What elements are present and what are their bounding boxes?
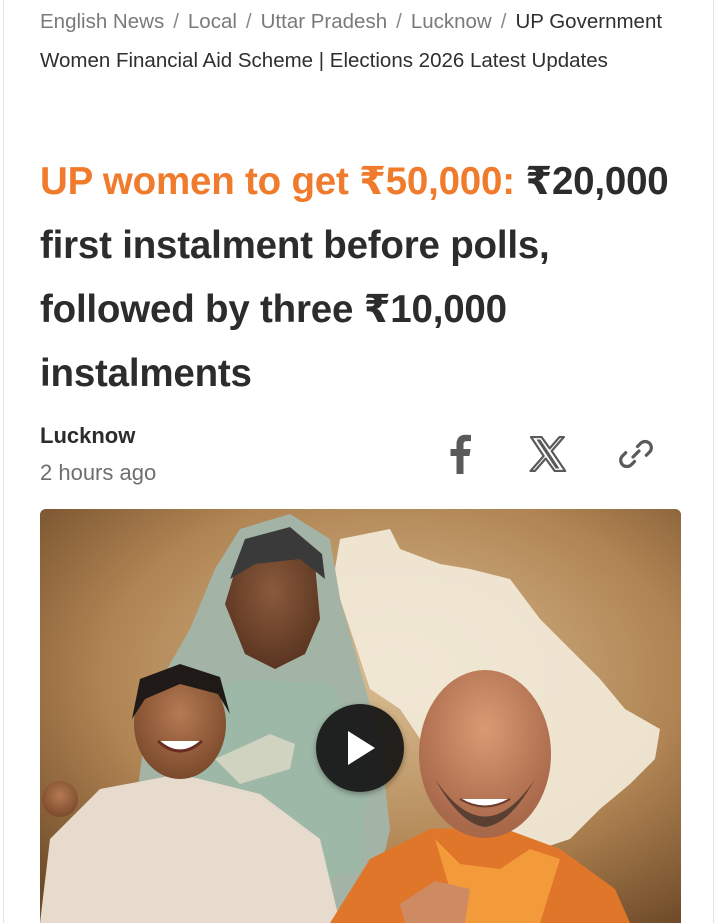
play-icon [348,731,375,765]
breadcrumb: English News / Local / Uttar Pradesh / Lucknow… [40,2,680,80]
article-location: Lucknow [40,423,136,448]
share-facebook-button[interactable] [438,432,482,476]
article-headline: UP women to get ₹50,000: ₹20,000 first i… [40,150,690,406]
facebook-icon [450,434,471,474]
play-button[interactable] [316,704,404,792]
article-video[interactable] [40,509,681,923]
breadcrumb-link-lucknow[interactable]: Lucknow [411,10,492,33]
share-link-button[interactable] [614,432,658,476]
x-icon [529,436,567,472]
breadcrumb-separator: / [396,10,402,33]
breadcrumb-separator: / [500,10,507,33]
share-x-button[interactable] [526,432,570,476]
breadcrumb-separator: / [245,10,252,33]
article-timestamp: 2 hours ago [40,460,157,485]
headline-highlight: UP women to get ₹50,000: [40,160,515,203]
link-icon [619,439,653,469]
breadcrumb-separator: / [173,10,179,33]
breadcrumb-link-uttar-pradesh[interactable]: Uttar Pradesh [261,10,387,33]
breadcrumb-link-english-news[interactable]: English News [40,10,164,33]
breadcrumb-link-local[interactable]: Local [188,10,237,33]
